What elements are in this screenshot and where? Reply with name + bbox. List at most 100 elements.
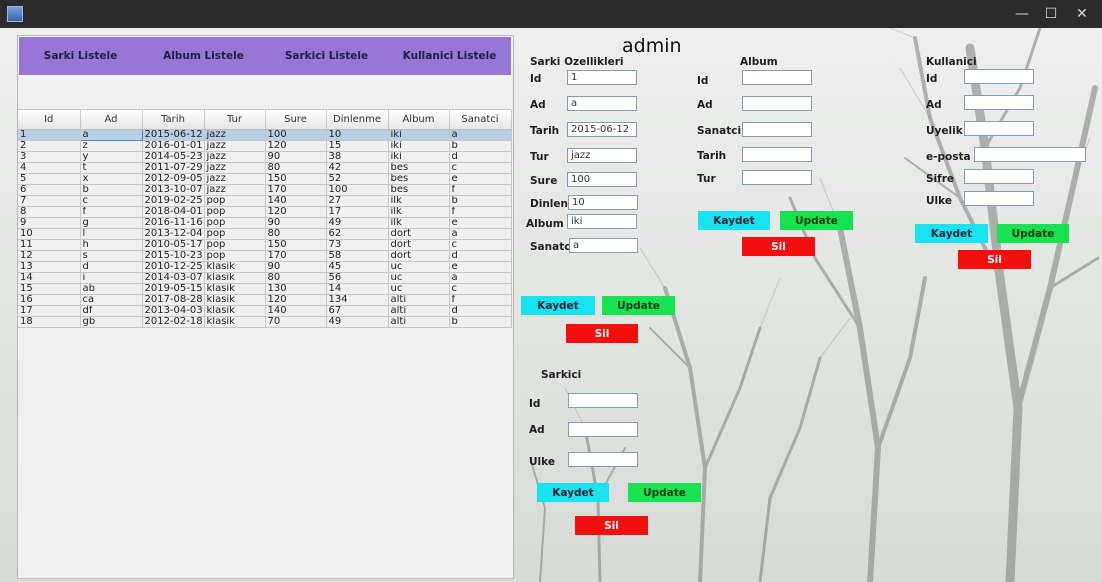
cell-sanatci[interactable]: b [449,195,512,207]
table-row[interactable]: 17 df 2013-04-03 klasik 140 67 alti d [18,305,512,317]
cell-album[interactable]: iki [388,140,450,152]
cell-tarih[interactable]: 2016-11-16 [142,217,205,229]
table-row[interactable]: 12 s 2015-10-23 pop 170 58 dort d [18,250,512,262]
cell-ad[interactable]: f [80,206,143,218]
cell-id[interactable]: 3 [18,151,81,163]
cell-ad[interactable]: g [80,217,143,229]
cell-sure[interactable]: 120 [265,294,327,306]
cell-dinlenme[interactable]: 58 [326,250,389,262]
cell-ad[interactable]: l [80,228,143,240]
sarki-update-button[interactable]: Update [602,296,675,315]
album-kaydet-button[interactable]: Kaydet [698,211,770,230]
cell-sanatci[interactable]: a [449,129,512,141]
sarki-ad-field[interactable]: a [567,96,637,111]
cell-sure[interactable]: 90 [265,217,327,229]
cell-dinlenme[interactable]: 62 [326,228,389,240]
column-header-sanatci[interactable]: Sanatci [449,110,512,130]
cell-album[interactable]: alti [388,316,450,328]
cell-tarih[interactable]: 2017-08-28 [142,294,205,306]
cell-id[interactable]: 2 [18,140,81,152]
table-row[interactable]: 11 h 2010-05-17 pop 150 73 dort c [18,239,512,251]
cell-dinlenme[interactable]: 14 [326,283,389,295]
sarki-dinlenme-field[interactable]: 10 [568,195,638,210]
cell-id[interactable]: 9 [18,217,81,229]
cell-sure[interactable]: 80 [265,272,327,284]
kullanici-ulke-field[interactable] [964,191,1034,206]
cell-tarih[interactable]: 2013-10-07 [142,184,205,196]
kullanici-kaydet-button[interactable]: Kaydet [915,224,988,243]
cell-dinlenme[interactable]: 67 [326,305,389,317]
cell-ad[interactable]: ab [80,283,143,295]
album-ad-field[interactable] [742,96,812,111]
cell-album[interactable]: dort [388,228,450,240]
sarkici-update-button[interactable]: Update [628,483,701,502]
kullanici-uyelik-field[interactable] [964,121,1034,136]
table-row[interactable]: 2 z 2016-01-01 jazz 120 15 iki b [18,140,512,152]
cell-tur[interactable]: jazz [204,162,266,174]
table-row[interactable]: 13 d 2010-12-25 klasik 90 45 uc e [18,261,512,273]
table-row[interactable]: 10 l 2013-12-04 pop 80 62 dort a [18,228,512,240]
cell-id[interactable]: 13 [18,261,81,273]
sarki-tur-field[interactable]: jazz [567,148,637,163]
cell-dinlenme[interactable]: 42 [326,162,389,174]
table-row[interactable]: 4 t 2011-07-29 jazz 80 42 bes c [18,162,512,174]
cell-ad[interactable]: z [80,140,143,152]
cell-sanatci[interactable]: a [449,272,512,284]
table-row[interactable]: 5 x 2012-09-05 jazz 150 52 bes e [18,173,512,185]
cell-sanatci[interactable]: b [449,316,512,328]
cell-tarih[interactable]: 2018-04-01 [142,206,205,218]
cell-sanatci[interactable]: e [449,261,512,273]
cell-tarih[interactable]: 2019-05-15 [142,283,205,295]
cell-id[interactable]: 15 [18,283,81,295]
cell-tur[interactable]: pop [204,195,266,207]
cell-id[interactable]: 17 [18,305,81,317]
cell-album[interactable]: bes [388,184,450,196]
cell-id[interactable]: 4 [18,162,81,174]
kullanici-eposta-field[interactable] [974,147,1086,162]
kullanici-ad-field[interactable] [964,95,1034,110]
cell-tur[interactable]: jazz [204,184,266,196]
cell-id[interactable]: 18 [18,316,81,328]
cell-tarih[interactable]: 2019-02-25 [142,195,205,207]
cell-tur[interactable]: jazz [204,151,266,163]
cell-tarih[interactable]: 2014-05-23 [142,151,205,163]
cell-ad[interactable]: a [79,129,143,141]
cell-sanatci[interactable]: f [449,184,512,196]
cell-album[interactable]: ilk [388,195,450,207]
cell-tarih[interactable]: 2015-10-23 [142,250,205,262]
cell-dinlenme[interactable]: 56 [326,272,389,284]
cell-ad[interactable]: d [80,261,143,273]
table-row[interactable]: 7 c 2019-02-25 pop 140 27 ilk b [18,195,512,207]
cell-tur[interactable]: pop [204,206,266,218]
cell-tur[interactable]: klasik [204,272,266,284]
cell-dinlenme[interactable]: 100 [326,184,389,196]
cell-sanatci[interactable]: c [449,239,512,251]
cell-tarih[interactable]: 2011-07-29 [142,162,205,174]
cell-dinlenme[interactable]: 49 [326,316,389,328]
album-id-field[interactable] [742,70,812,85]
cell-sure[interactable]: 120 [265,140,327,152]
cell-sanatci[interactable]: d [449,250,512,262]
column-header-tarih[interactable]: Tarih [142,110,205,130]
cell-sure[interactable]: 140 [265,195,327,207]
sarki-sil-button[interactable]: Sil [566,324,638,343]
cell-sanatci[interactable]: e [449,173,512,185]
sarkici-kaydet-button[interactable]: Kaydet [537,483,609,502]
kullanici-listele-button[interactable]: Kullanici Listele [388,37,511,75]
cell-dinlenme[interactable]: 52 [326,173,389,185]
cell-sure[interactable]: 100 [265,129,327,141]
cell-album[interactable]: ilk [388,206,450,218]
sarkici-listele-button[interactable]: Sarkici Listele [265,37,388,75]
cell-id[interactable]: 7 [18,195,81,207]
table-row[interactable]: 1 a 2015-06-12 jazz 100 10 iki a [18,129,512,141]
album-tarih-field[interactable] [742,147,812,162]
cell-id[interactable]: 14 [18,272,81,284]
cell-tarih[interactable]: 2012-02-18 [142,316,205,328]
cell-sanatci[interactable]: f [449,294,512,306]
kullanici-sil-button[interactable]: Sil [958,250,1031,269]
column-header-id[interactable]: Id [18,110,81,130]
table-row[interactable]: 8 f 2018-04-01 pop 120 17 ilk f [18,206,512,218]
cell-ad[interactable]: x [80,173,143,185]
column-header-ad[interactable]: Ad [80,110,143,130]
album-listele-button[interactable]: Album Listele [142,37,265,75]
